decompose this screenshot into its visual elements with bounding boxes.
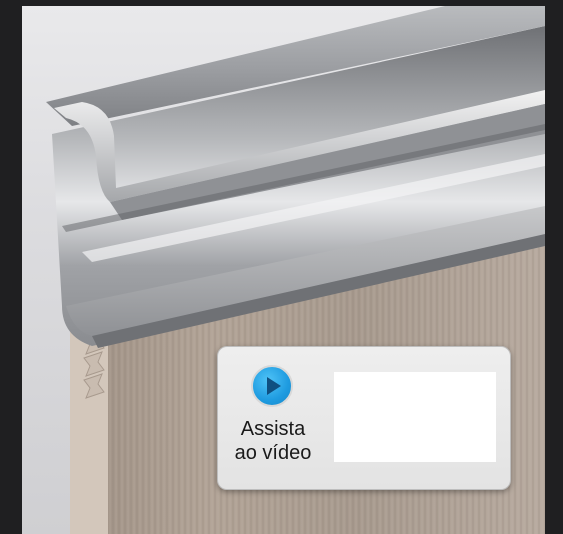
video-thumbnail[interactable]	[334, 372, 496, 462]
watch-video-card[interactable]: Assista ao vídeo	[217, 346, 511, 490]
watch-video-caption[interactable]: Assista ao vídeo	[218, 417, 328, 465]
caption-line-1: Assista	[240, 418, 306, 440]
page-background: Assista ao vídeo	[0, 0, 563, 534]
play-icon	[267, 377, 281, 395]
caption-line-2: ao vídeo	[234, 442, 312, 464]
play-button[interactable]	[251, 365, 293, 407]
